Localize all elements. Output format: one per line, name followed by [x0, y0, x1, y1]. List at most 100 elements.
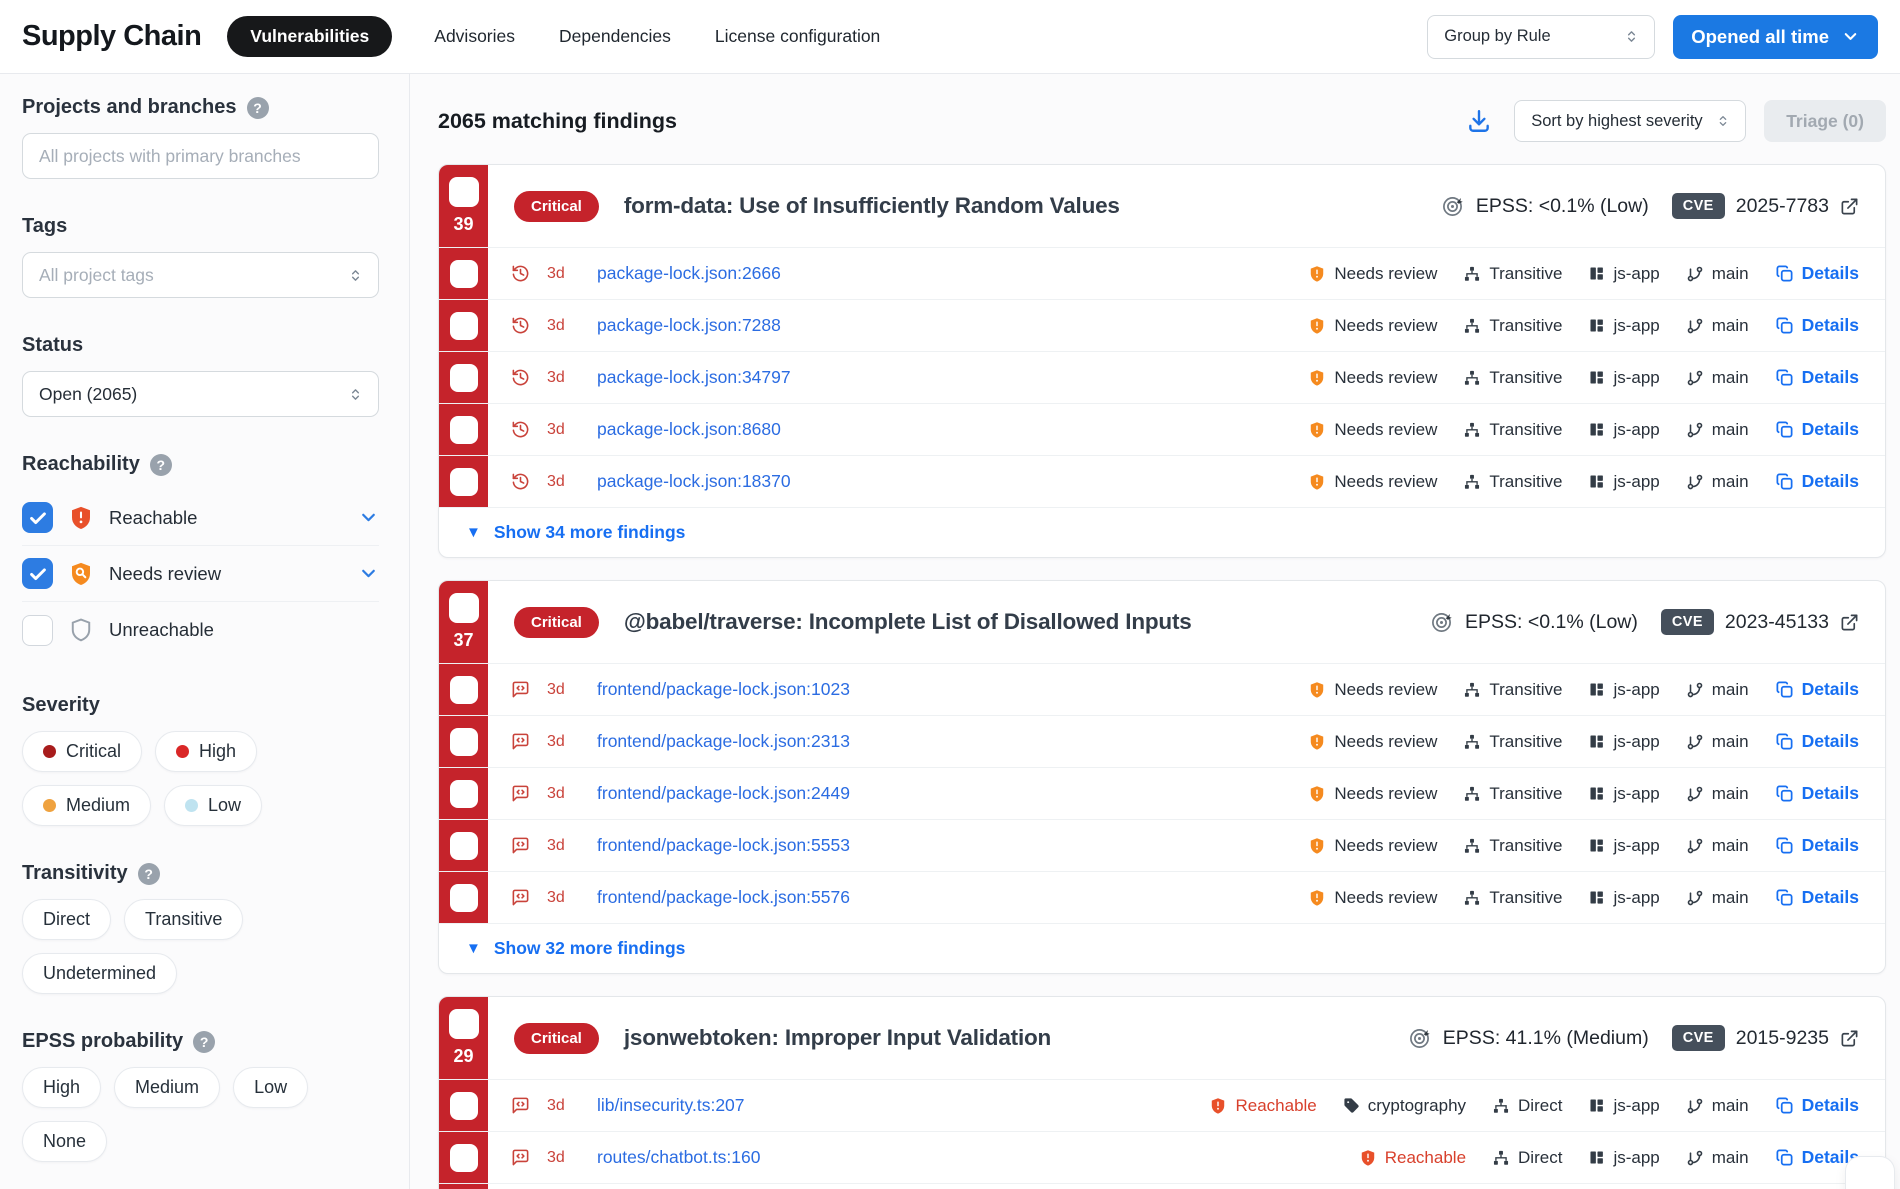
details-link[interactable]: Details	[1775, 679, 1859, 700]
sort-select[interactable]: Sort by highest severity	[1514, 100, 1746, 142]
branch-meta: main	[1686, 368, 1749, 388]
transitivity-meta: Transitive	[1463, 888, 1562, 908]
finding-file-link[interactable]: frontend/package-lock.json:1023	[597, 679, 850, 700]
triage-button[interactable]: Triage (0)	[1764, 100, 1886, 142]
tags-select[interactable]: All project tags	[22, 252, 379, 298]
tab-advisories[interactable]: Advisories	[434, 26, 515, 47]
cve-id-link[interactable]: 2025-7783	[1736, 195, 1829, 218]
row-checkbox[interactable]	[450, 884, 478, 912]
finding-file-link[interactable]: package-lock.json:8680	[597, 419, 781, 440]
hierarchy-icon	[1492, 1149, 1510, 1167]
row-checkbox[interactable]	[450, 676, 478, 704]
severity-pill-high[interactable]: High	[155, 731, 257, 772]
row-checkbox[interactable]	[450, 468, 478, 496]
help-icon[interactable]: ?	[193, 1031, 215, 1053]
group-by-select[interactable]: Group by Rule	[1427, 15, 1655, 59]
finding-file-link[interactable]: frontend/package-lock.json:2313	[597, 731, 850, 752]
branch-meta: main	[1686, 888, 1749, 908]
details-link[interactable]: Details	[1775, 367, 1859, 388]
details-link[interactable]: Details	[1775, 419, 1859, 440]
severity-pill-medium[interactable]: Medium	[22, 785, 151, 826]
external-link-icon[interactable]	[1840, 613, 1859, 632]
status-reachable: Reachable	[1359, 1148, 1466, 1168]
finding-file-link[interactable]: package-lock.json:34797	[597, 367, 791, 388]
comment-code-icon	[511, 888, 530, 907]
transitivity-pill-transitive[interactable]: Transitive	[124, 899, 243, 940]
finding-row: 3d frontend/package-lock.json:5576 Needs…	[439, 871, 1885, 923]
transitivity-pill-undetermined[interactable]: Undetermined	[22, 953, 177, 994]
row-checkbox[interactable]	[450, 1092, 478, 1120]
chevron-down-icon[interactable]	[358, 563, 379, 584]
details-link[interactable]: Details	[1775, 315, 1859, 336]
finding-file-link[interactable]: routes/chatbot.ts:160	[597, 1147, 760, 1168]
row-checkbox[interactable]	[450, 780, 478, 808]
finding-file-link[interactable]: package-lock.json:7288	[597, 315, 781, 336]
details-link[interactable]: Details	[1775, 471, 1859, 492]
tab-vulnerabilities[interactable]: Vulnerabilities	[227, 16, 392, 57]
finding-file-link[interactable]: package-lock.json:2666	[597, 263, 781, 284]
unreachable-checkbox[interactable]	[22, 615, 53, 646]
chat-widget-corner[interactable]	[1846, 1157, 1894, 1189]
finding-file-link[interactable]: package-lock.json:18370	[597, 471, 791, 492]
card-checkbox[interactable]	[449, 177, 479, 207]
row-checkbox[interactable]	[450, 1144, 478, 1172]
epss-pill-none[interactable]: None	[22, 1121, 107, 1162]
shield-outline-icon	[68, 617, 94, 643]
row-checkbox[interactable]	[450, 728, 478, 756]
epss-target-icon	[1430, 610, 1454, 634]
top-nav: Advisories Dependencies License configur…	[434, 26, 880, 47]
project-meta: js-app	[1588, 836, 1659, 856]
details-link[interactable]: Details	[1775, 263, 1859, 284]
git-branch-icon	[1686, 785, 1704, 803]
reachability-option-needs-review: Needs review	[22, 546, 379, 602]
cve-id-link[interactable]: 2023-45133	[1725, 611, 1829, 634]
row-checkbox[interactable]	[450, 260, 478, 288]
row-checkbox[interactable]	[450, 416, 478, 444]
finding-file-link[interactable]: frontend/package-lock.json:2449	[597, 783, 850, 804]
finding-row: 3d package-lock.json:34797 Needs review …	[439, 351, 1885, 403]
download-icon[interactable]	[1462, 104, 1496, 138]
finding-file-link[interactable]: frontend/package-lock.json:5576	[597, 887, 850, 908]
transitivity-pill-direct[interactable]: Direct	[22, 899, 111, 940]
projects-input[interactable]: All projects with primary branches	[22, 133, 379, 179]
details-link[interactable]: Details	[1775, 835, 1859, 856]
opened-all-time-button[interactable]: Opened all time	[1673, 15, 1878, 59]
tab-dependencies[interactable]: Dependencies	[559, 26, 671, 47]
card-checkbox[interactable]	[449, 593, 479, 623]
external-link-icon[interactable]	[1840, 1029, 1859, 1048]
finding-age: 3d	[547, 785, 575, 803]
details-link[interactable]: Details	[1775, 1095, 1859, 1116]
finding-file-link[interactable]: frontend/package-lock.json:5553	[597, 835, 850, 856]
severity-pill-critical[interactable]: Critical	[22, 731, 142, 772]
show-more-findings[interactable]: ▼ Show 32 more findings	[439, 923, 1885, 973]
status-needs-review: Needs review	[1308, 784, 1437, 804]
details-link[interactable]: Details	[1775, 783, 1859, 804]
card-checkbox[interactable]	[449, 1009, 479, 1039]
status-needs-review: Needs review	[1308, 264, 1437, 284]
epss-pill-low[interactable]: Low	[233, 1067, 308, 1108]
project-meta: js-app	[1588, 888, 1659, 908]
cve-badge: CVE	[1672, 1025, 1725, 1051]
details-link[interactable]: Details	[1775, 731, 1859, 752]
row-select-rail	[439, 1184, 488, 1189]
row-checkbox[interactable]	[450, 312, 478, 340]
finding-file-link[interactable]: lib/insecurity.ts:207	[597, 1095, 745, 1116]
help-icon[interactable]: ?	[150, 454, 172, 476]
external-link-icon[interactable]	[1840, 197, 1859, 216]
caret-down-icon: ▼	[466, 940, 481, 957]
row-checkbox[interactable]	[450, 364, 478, 392]
row-checkbox[interactable]	[450, 832, 478, 860]
reachable-checkbox[interactable]	[22, 502, 53, 533]
tab-license-configuration[interactable]: License configuration	[715, 26, 880, 47]
chevron-down-icon[interactable]	[358, 507, 379, 528]
severity-pill-low[interactable]: Low	[164, 785, 262, 826]
help-icon[interactable]: ?	[138, 863, 160, 885]
show-more-findings[interactable]: ▼ Show 34 more findings	[439, 507, 1885, 557]
status-select[interactable]: Open (2065)	[22, 371, 379, 417]
epss-pill-high[interactable]: High	[22, 1067, 101, 1108]
help-icon[interactable]: ?	[247, 97, 269, 119]
needs-review-checkbox[interactable]	[22, 558, 53, 589]
epss-pill-medium[interactable]: Medium	[114, 1067, 220, 1108]
cve-id-link[interactable]: 2015-9235	[1736, 1027, 1829, 1050]
details-link[interactable]: Details	[1775, 887, 1859, 908]
